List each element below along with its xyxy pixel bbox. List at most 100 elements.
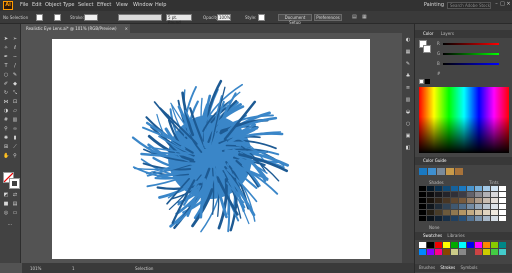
hand-tool-icon[interactable]: ✋ — [3, 153, 9, 159]
harmony-swatch[interactable] — [428, 168, 436, 175]
close-tab-icon[interactable]: × — [125, 24, 128, 33]
align-icon[interactable]: ▤ — [352, 14, 357, 20]
zoom-tool-icon[interactable]: ⚲ — [12, 153, 18, 159]
guide-variation-swatch[interactable] — [491, 204, 498, 209]
color-swatch[interactable] — [427, 242, 434, 248]
color-swatch[interactable] — [435, 242, 442, 248]
free-transform-tool-icon[interactable]: ⊡ — [12, 99, 18, 105]
stroke-weight-field[interactable] — [84, 14, 98, 21]
guide-variation-swatch[interactable] — [499, 216, 506, 221]
guide-variation-swatch[interactable] — [451, 192, 458, 197]
menu-select[interactable]: Select — [78, 2, 93, 8]
color-swatch[interactable] — [459, 242, 466, 248]
menu-window[interactable]: Window — [133, 2, 153, 8]
width-tool-icon[interactable]: ⋈ — [3, 99, 9, 105]
blend-tool-icon[interactable]: ∞ — [12, 126, 18, 132]
guide-variation-swatch[interactable] — [499, 198, 506, 203]
guide-variation-swatch[interactable] — [475, 192, 482, 197]
color-mode-icon[interactable]: ■ — [3, 201, 9, 207]
color-spectrum[interactable] — [419, 87, 509, 153]
guide-variation-swatch[interactable] — [475, 204, 482, 209]
zoom-level[interactable]: 101% — [30, 266, 41, 271]
guide-variation-swatch[interactable] — [483, 186, 490, 191]
color-swatch[interactable] — [483, 242, 490, 248]
pen-tool-icon[interactable]: ✒ — [3, 54, 9, 60]
guide-variation-swatch[interactable] — [483, 216, 490, 221]
guide-variation-swatch[interactable] — [435, 210, 442, 215]
default-colors-icon[interactable]: ◩ — [3, 192, 9, 198]
scale-tool-icon[interactable]: ⤡ — [12, 90, 18, 96]
variable-width-profile[interactable] — [118, 14, 162, 21]
harmony-swatch[interactable] — [446, 168, 454, 175]
guide-variation-swatch[interactable] — [435, 198, 442, 203]
color-swatch[interactable] — [467, 242, 474, 248]
guide-variation-swatch[interactable] — [459, 210, 466, 215]
libraries-tab[interactable]: Libraries — [447, 233, 464, 238]
guide-variation-swatch[interactable] — [483, 204, 490, 209]
workspace-switcher[interactable]: Painting — [424, 2, 444, 8]
color-tab[interactable]: Color — [423, 31, 433, 36]
transparency-panel-icon[interactable]: ◒ — [405, 109, 411, 115]
guide-variation-swatch[interactable] — [435, 186, 442, 191]
guide-variation-swatch[interactable] — [451, 216, 458, 221]
color-swatch[interactable] — [467, 249, 474, 255]
eyedropper-tool-icon[interactable]: ⚲ — [3, 126, 9, 132]
guide-variation-swatch[interactable] — [467, 216, 474, 221]
guide-variation-swatch[interactable] — [419, 210, 426, 215]
color-guide-grid[interactable] — [419, 186, 507, 222]
maximize-icon[interactable]: □ — [500, 2, 505, 7]
harmony-swatch[interactable] — [455, 168, 463, 175]
guide-variation-swatch[interactable] — [475, 216, 482, 221]
close-icon[interactable]: × — [506, 2, 511, 7]
stock-search-input[interactable]: Search Adobe Stock — [447, 2, 491, 9]
opacity-field[interactable]: 100% — [217, 14, 231, 21]
guide-variation-swatch[interactable] — [483, 192, 490, 197]
edit-toolbar-icon[interactable]: ⋯ — [7, 222, 13, 228]
lasso-tool-icon[interactable]: ℓ — [12, 45, 18, 51]
guide-variation-swatch[interactable] — [475, 198, 482, 203]
brush-definition-select[interactable]: 5 pt. Round — [166, 14, 192, 25]
guide-variation-swatch[interactable] — [467, 192, 474, 197]
document-tab[interactable]: Realistic Eye Lens.ai* @ 101% (RGB/Previ… — [22, 24, 130, 33]
guide-variation-swatch[interactable] — [499, 192, 506, 197]
guide-variation-swatch[interactable] — [443, 216, 450, 221]
menu-effect[interactable]: Effect — [97, 2, 111, 8]
line-tool-icon[interactable]: / — [12, 63, 18, 69]
guide-variation-swatch[interactable] — [443, 204, 450, 209]
guide-variation-swatch[interactable] — [499, 210, 506, 215]
color-swatch[interactable] — [451, 249, 458, 255]
artboard[interactable] — [52, 39, 370, 259]
graphic-styles-panel-icon[interactable]: ▣ — [405, 133, 411, 139]
black-swatch[interactable] — [425, 79, 430, 84]
guide-variation-swatch[interactable] — [459, 216, 466, 221]
b-slider[interactable] — [443, 63, 499, 65]
guide-variation-swatch[interactable] — [491, 198, 498, 203]
harmony-swatch[interactable] — [419, 168, 427, 175]
guide-variation-swatch[interactable] — [427, 198, 434, 203]
r-slider[interactable] — [443, 43, 499, 45]
guide-variation-swatch[interactable] — [491, 216, 498, 221]
color-swatch[interactable] — [475, 242, 482, 248]
menu-file[interactable]: File — [20, 2, 28, 8]
layers-tab[interactable]: Layers — [441, 31, 454, 36]
menu-object[interactable]: Object — [45, 2, 61, 8]
strokes-tab[interactable]: Strokes — [440, 265, 455, 270]
guide-variation-swatch[interactable] — [467, 186, 474, 191]
color-swatch[interactable] — [483, 249, 490, 255]
guide-variation-swatch[interactable] — [443, 210, 450, 215]
guide-variation-swatch[interactable] — [459, 192, 466, 197]
direct-selection-tool-icon[interactable]: ➢ — [12, 36, 18, 42]
menu-edit[interactable]: Edit — [32, 2, 42, 8]
minimize-icon[interactable]: – — [494, 2, 499, 7]
swatches-panel-icon[interactable]: ▦ — [405, 49, 411, 55]
hairy-circle-artwork[interactable] — [52, 39, 370, 259]
guide-variation-swatch[interactable] — [427, 204, 434, 209]
guide-variation-swatch[interactable] — [467, 210, 474, 215]
guide-variation-swatch[interactable] — [419, 192, 426, 197]
paintbrush-tool-icon[interactable]: ✎ — [12, 72, 18, 78]
gradient-tool-icon[interactable]: ▥ — [12, 117, 18, 123]
color-swatch[interactable] — [499, 249, 506, 255]
color-swatch[interactable] — [499, 242, 506, 248]
harmony-swatch[interactable] — [437, 168, 445, 175]
graph-tool-icon[interactable]: ▮ — [12, 135, 18, 141]
